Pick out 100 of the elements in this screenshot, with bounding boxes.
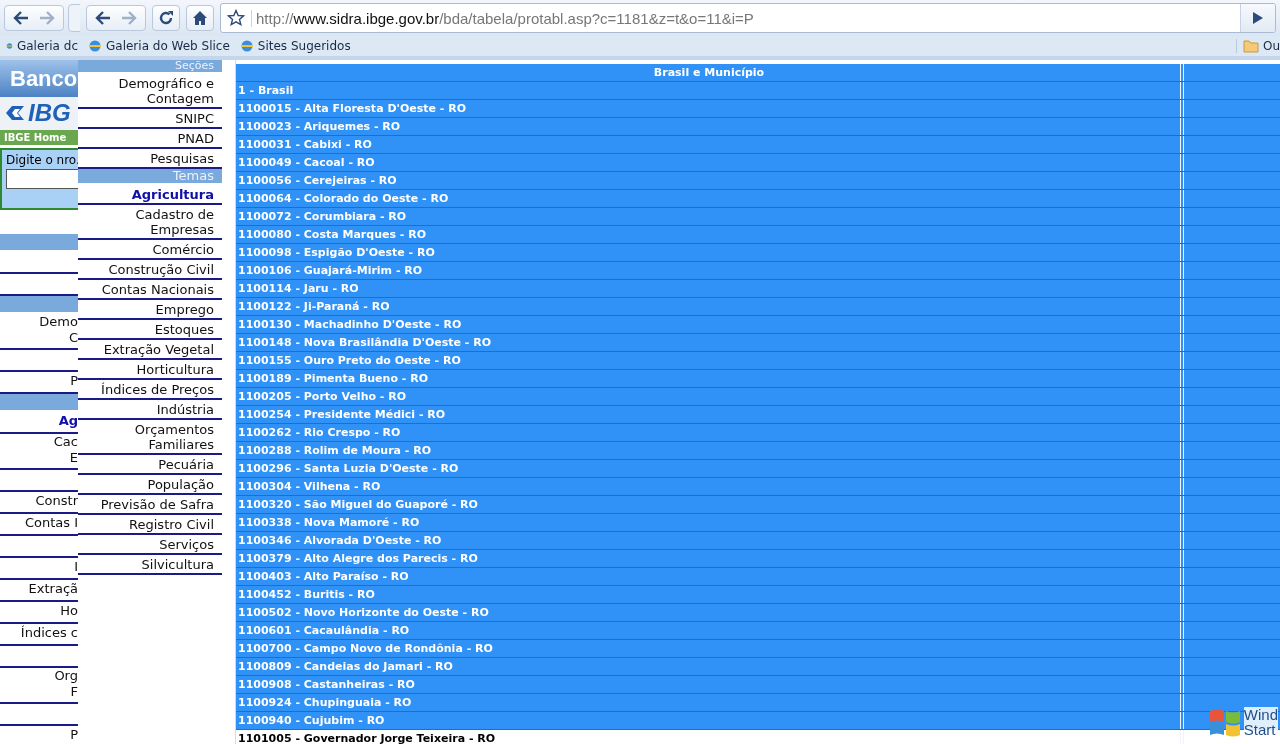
- os-watermark-text: Wind Start: [1243, 707, 1278, 737]
- table-cell: 1100106 - Guajará-Mirim - RO: [238, 264, 423, 277]
- table-cell: 1100130 - Machadinho D'Oeste - RO: [238, 318, 462, 331]
- bookmark-link[interactable]: Galeria do Web Slice: [88, 39, 230, 53]
- navigation-buttons[interactable]: [4, 5, 64, 31]
- table-cell: 1100049 - Cacoal - RO: [238, 156, 375, 169]
- table-cell: 1100338 - Nova Mamoré - RO: [238, 516, 420, 529]
- menu-item[interactable]: Contas Nacionais: [78, 280, 222, 300]
- table-cell: 1100296 - Santa Luzia D'Oeste - RO: [238, 462, 459, 475]
- navigation-buttons[interactable]: [86, 5, 146, 31]
- menu-header: Seções: [78, 60, 222, 74]
- table-cell: 1100072 - Corumbiara - RO: [238, 210, 407, 223]
- menu-item[interactable]: Cadastro de Empresas: [78, 205, 222, 240]
- play-icon: [1253, 12, 1263, 24]
- table-cell: 1100924 - Chupinguaia - RO: [238, 696, 412, 709]
- bookmark-link[interactable]: Galeria dc: [6, 39, 78, 53]
- table-cell: 1100502 - Novo Horizonte do Oeste - RO: [238, 606, 489, 619]
- menu-item[interactable]: PNAD: [78, 129, 222, 149]
- reload-button[interactable]: [152, 5, 180, 31]
- table-cell: 1100700 - Campo Novo de Rondônia - RO: [238, 642, 493, 655]
- menu-header: Temas: [78, 169, 222, 185]
- globe-icon: [239, 39, 254, 53]
- forward-icon: [121, 11, 137, 25]
- home-icon: [192, 10, 208, 26]
- logo-text: IBG: [28, 99, 71, 128]
- menu-item[interactable]: Cac E: [0, 434, 78, 466]
- table-cell: 1100080 - Costa Marques - RO: [238, 228, 427, 241]
- table-cell: 1100908 - Castanheiras - RO: [238, 678, 415, 691]
- reload-icon: [158, 10, 174, 26]
- table-cell: 1100288 - Rolim de Moura - RO: [238, 444, 432, 457]
- table-cell: 1100601 - Cacaulândia - RO: [238, 624, 410, 637]
- menu-item[interactable]: Pecuária: [78, 455, 222, 475]
- menu-item[interactable]: Contas I: [0, 514, 78, 532]
- star-icon[interactable]: [227, 9, 245, 27]
- search-field[interactable]: [6, 169, 78, 190]
- menu-item[interactable]: Org F: [0, 668, 78, 700]
- table-cell: 1100262 - Rio Crespo - RO: [238, 426, 401, 439]
- table-cell: 1100056 - Cerejeiras - RO: [238, 174, 397, 187]
- table-cell: 1100114 - Jaru - RO: [238, 282, 359, 295]
- table-cell: 1100452 - Buritis - RO: [238, 588, 375, 601]
- menu-item[interactable]: Constr: [0, 492, 78, 510]
- menu-item[interactable]: SNIPC: [78, 109, 222, 129]
- table-cell: 1101005 - Governador Jorge Teixeira - RO: [238, 732, 496, 744]
- menu-item[interactable]: Silvicultura: [78, 555, 222, 575]
- table-cell: 1100098 - Espigão D'Oeste - RO: [238, 246, 435, 259]
- back-icon: [13, 11, 29, 25]
- menu-item[interactable]: Demográfico e Contagem: [78, 74, 222, 109]
- table-cell: 1100023 - Ariquemes - RO: [238, 120, 401, 133]
- menu-item[interactable]: Registro Civil: [78, 515, 222, 535]
- column-header: Brasil e Município: [653, 66, 765, 79]
- table-cell: 1100346 - Alvorada D'Oeste - RO: [238, 534, 442, 547]
- menu-item[interactable]: I: [0, 558, 78, 576]
- menu-item[interactable]: Agricultura: [78, 185, 222, 205]
- table-cell: 1100254 - Presidente Médici - RO: [238, 408, 446, 421]
- menu-item[interactable]: Previsão de Safra: [78, 495, 222, 515]
- menu-item[interactable]: Índices de Preços: [78, 380, 222, 400]
- forward-icon: [39, 11, 55, 25]
- menu-item[interactable]: Índices c: [0, 624, 78, 642]
- menu-item[interactable]: Estoques: [78, 320, 222, 340]
- menu-item[interactable]: Ag: [0, 412, 78, 430]
- menu-item[interactable]: Horticultura: [78, 360, 222, 380]
- table-cell: 1100148 - Nova Brasilândia D'Oeste - RO: [238, 336, 492, 349]
- table-cell: 1100809 - Candeias do Jamari - RO: [238, 660, 453, 673]
- table-cell: 1100940 - Cujubim - RO: [238, 714, 385, 727]
- menu-item[interactable]: P: [0, 726, 78, 744]
- menu-item[interactable]: Serviços: [78, 535, 222, 555]
- table-cell: 1100304 - Vilhena - RO: [238, 480, 381, 493]
- logo-icon: [4, 104, 26, 123]
- table-cell: 1100064 - Colorado do Oeste - RO: [238, 192, 449, 205]
- menu-item[interactable]: Orçamentos Familiares: [78, 420, 222, 455]
- table-cell: 1100320 - São Miguel do Guaporé - RO: [238, 498, 478, 511]
- table-cell: 1100403 - Alto Paraíso - RO: [238, 570, 409, 583]
- table-cell: 1100379 - Alto Alegre dos Parecis - RO: [238, 552, 478, 565]
- menu-item[interactable]: Construção Civil: [78, 260, 222, 280]
- menu-item[interactable]: Ho: [0, 602, 78, 620]
- site-banner: Banco: [0, 60, 78, 97]
- menu-item[interactable]: Extraçã: [0, 580, 78, 598]
- globe-icon: [88, 39, 102, 53]
- search-label: Digite o nro.: [6, 153, 78, 168]
- address-field[interactable]: http://www.sidra.ibge.gov.br/bda/tabela/protabl.asp?c=1181&z=t&o=11&i=P: [220, 3, 1276, 33]
- table-cell: 1 - Brasil: [238, 84, 294, 97]
- menu-item[interactable]: Indústria: [78, 400, 222, 420]
- table-cell: 1100155 - Ouro Preto do Oeste - RO: [238, 354, 461, 367]
- menu-item[interactable]: Demo C: [0, 314, 78, 346]
- menu-item[interactable]: Comércio: [78, 240, 222, 260]
- table-cell: 1100031 - Cabixi - RO: [238, 138, 372, 151]
- table-cell: 1100205 - Porto Velho - RO: [238, 390, 407, 403]
- home-button[interactable]: [186, 5, 214, 31]
- table-cell: 1100015 - Alta Floresta D'Oeste - RO: [238, 102, 466, 115]
- menu-item[interactable]: População: [78, 475, 222, 495]
- menu-item[interactable]: Extração Vegetal: [78, 340, 222, 360]
- menu-item[interactable]: P: [0, 372, 78, 390]
- menu-item[interactable]: Emprego: [78, 300, 222, 320]
- folder-icon: [1242, 39, 1259, 53]
- go-button[interactable]: [1240, 4, 1275, 32]
- back-icon: [95, 11, 111, 25]
- table-cell: 1100122 - Ji-Paraná - RO: [238, 300, 390, 313]
- bookmark-folder[interactable]: Ou: [1235, 39, 1280, 53]
- bookmark-link[interactable]: Sites Sugeridos: [239, 39, 351, 53]
- table-cell: 1100189 - Pimenta Bueno - RO: [238, 372, 428, 385]
